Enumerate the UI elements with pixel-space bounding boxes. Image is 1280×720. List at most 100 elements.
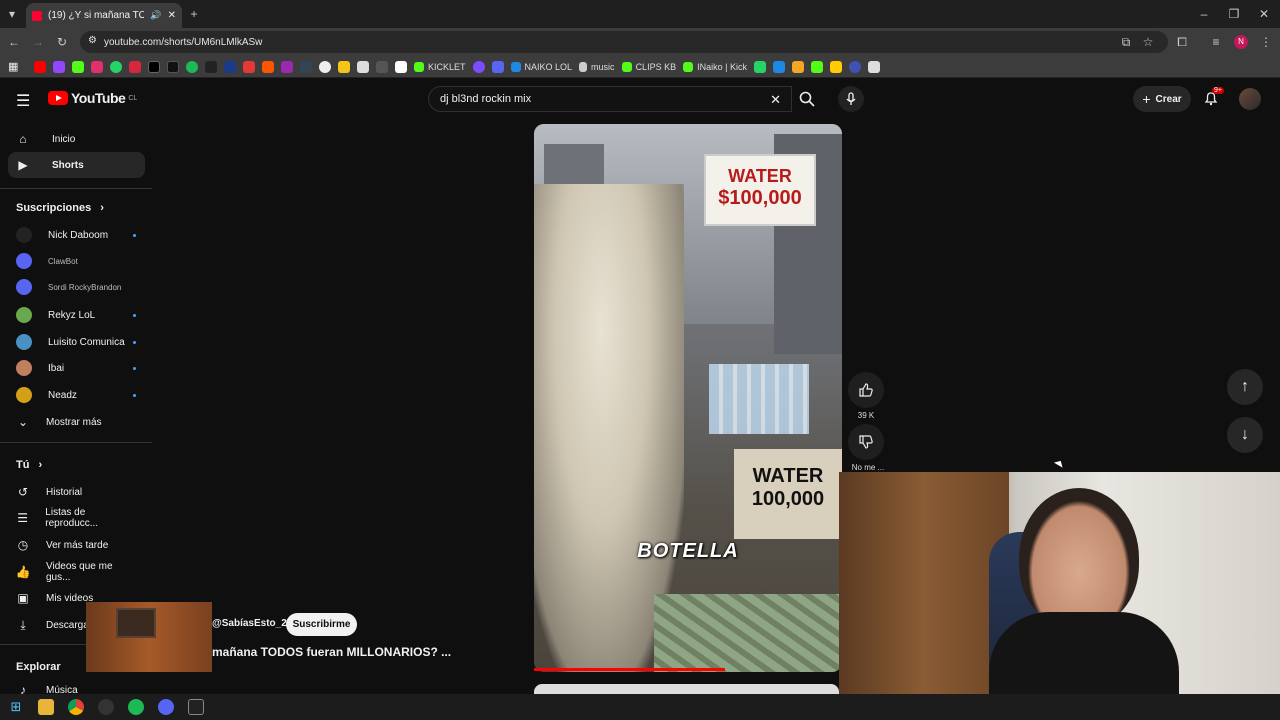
bookmark-clips-kb[interactable]: CLIPS KB (621, 61, 676, 72)
spotify-bookmark-icon[interactable] (186, 60, 198, 73)
subscription-item[interactable]: Nick Daboom (16, 225, 136, 245)
history-icon: ↺ (17, 485, 29, 499)
youtube-logo[interactable]: YouTube CL (48, 90, 137, 106)
sidebar-item-historial[interactable]: ↺ Historial (16, 482, 136, 502)
subscription-item[interactable]: Sordi RockyBrandon (16, 277, 136, 297)
bookmark-icon[interactable] (376, 60, 388, 73)
obs-icon[interactable] (188, 699, 204, 715)
twitch-bookmark-icon[interactable] (53, 60, 65, 73)
bookmark-icon[interactable] (472, 60, 485, 73)
profile-avatar[interactable]: N (1234, 35, 1248, 49)
bookmark-icon[interactable] (829, 60, 842, 73)
sidebar-item-shorts[interactable]: ▶ Shorts (8, 152, 145, 178)
extensions-icon[interactable]: ⧠ (1174, 34, 1190, 50)
spotify-icon[interactable] (128, 699, 144, 715)
restore-icon[interactable]: ❐ (1226, 6, 1242, 22)
close-tab-icon[interactable]: ✕ (168, 10, 176, 21)
next-short-button[interactable]: ↓ (1227, 417, 1263, 453)
apps-grid-icon[interactable]: ▦ (8, 60, 18, 73)
search-button[interactable] (792, 86, 822, 112)
bookmark-star-icon[interactable]: ☆ (1140, 34, 1156, 50)
subscription-item[interactable]: Rekyz LoL (16, 305, 136, 325)
bookmark-icon[interactable] (205, 60, 217, 73)
bookmark-icon[interactable] (848, 60, 861, 73)
create-button[interactable]: + Crear (1133, 86, 1191, 112)
bookmark-icon[interactable] (867, 60, 880, 73)
instagram-bookmark-icon[interactable] (91, 60, 103, 73)
discord-icon[interactable] (158, 699, 174, 715)
bookmark-icon[interactable] (810, 60, 823, 73)
media-control-icon[interactable]: ≡ (1208, 34, 1224, 50)
forward-icon[interactable]: → (30, 34, 46, 50)
whatsapp-bookmark-icon[interactable] (110, 60, 122, 73)
x-bookmark-icon[interactable] (148, 60, 160, 73)
back-icon[interactable]: ← (6, 34, 22, 50)
minimize-icon[interactable]: – (1196, 6, 1212, 22)
subscription-item[interactable]: Neadz (16, 385, 136, 405)
playlist-icon: ☰ (17, 511, 29, 525)
subscription-item[interactable]: Ibai (16, 358, 136, 378)
file-explorer-icon[interactable] (38, 699, 54, 715)
bookmark-icon[interactable] (319, 60, 331, 73)
chrome-icon[interactable] (68, 699, 84, 715)
bookmark-icon[interactable] (129, 60, 141, 73)
voice-search-button[interactable] (838, 86, 864, 112)
bookmark-icon[interactable] (243, 60, 255, 73)
sidebar-item-playlists[interactable]: ☰ Listas de reproducc... (16, 507, 136, 529)
browser-tab[interactable]: (19) ¿Y si mañana TODOS fu 🔊 ✕ (26, 3, 182, 28)
search-input[interactable]: dj bl3nd rockin mix ✕ (428, 86, 792, 112)
bookmark-kicklet[interactable]: KICKLET (414, 61, 466, 72)
new-tab-icon[interactable]: + (186, 6, 202, 22)
windows-start-icon[interactable]: ⊞ (8, 699, 24, 715)
sidebar-item-inicio[interactable]: ⌂ Inicio (8, 126, 145, 152)
bookmark-icon[interactable] (224, 60, 236, 73)
notifications-button[interactable]: 9+ (1203, 87, 1224, 109)
bookmark-icon[interactable] (300, 60, 312, 73)
reload-icon[interactable]: ↻ (54, 34, 70, 50)
clear-search-icon[interactable]: ✕ (770, 92, 781, 108)
close-window-icon[interactable]: ✕ (1256, 6, 1272, 22)
bookmark-icon[interactable] (772, 60, 785, 73)
sidebar-item-liked-videos[interactable]: 👍 Videos que me gus... (16, 561, 136, 583)
bookmark-icon[interactable] (281, 60, 293, 73)
short-title[interactable]: mañana TODOS fueran MILLONARIOS? ... (212, 645, 451, 659)
sidebar-item-label: Historial (46, 486, 83, 498)
bookmark-icon[interactable] (491, 60, 504, 73)
site-info-icon[interactable]: ⚙ (88, 35, 97, 46)
soundcloud-bookmark-icon[interactable] (262, 60, 274, 73)
bookmark-inaiko-kick[interactable]: INaiko | Kick (683, 61, 747, 72)
bookmark-icon[interactable] (791, 60, 804, 73)
kick-bookmark-icon[interactable] (72, 60, 84, 73)
install-app-icon[interactable]: ⧉ (1118, 34, 1134, 50)
bookmark-naiko-lol[interactable]: NAIKO LOL (510, 61, 572, 72)
like-button[interactable] (848, 372, 884, 408)
video-progress-bar[interactable] (534, 668, 725, 671)
subscription-item[interactable]: ClawBot (16, 251, 136, 271)
hamburger-menu-icon[interactable]: ☰ (16, 91, 30, 111)
dislike-button[interactable] (848, 424, 884, 460)
subscriptions-heading[interactable]: Suscripciones › (16, 202, 104, 214)
speaker-icon[interactable]: 🔊 (150, 10, 161, 21)
bookmark-icon[interactable] (338, 60, 350, 73)
subscription-item[interactable]: Luisito Comunica (16, 332, 136, 352)
youtube-bookmark-icon[interactable] (34, 60, 46, 73)
bookmark-music[interactable]: music (579, 61, 615, 72)
bookmark-icon[interactable] (357, 60, 369, 73)
clock-icon: ◷ (17, 538, 29, 552)
account-avatar[interactable] (1239, 88, 1261, 110)
tiktok-bookmark-icon[interactable] (167, 60, 179, 73)
menu-icon[interactable]: ⋮ (1258, 34, 1274, 50)
short-channel-name[interactable]: @SabíasEsto_27 (212, 618, 292, 629)
next-short-preview[interactable] (534, 684, 839, 694)
short-video-player[interactable]: WATER $100,000 WATER 100,000 (534, 124, 842, 672)
tab-list-icon[interactable]: ▾ (4, 6, 20, 22)
app-icon[interactable] (98, 699, 114, 715)
url-field[interactable]: ⚙ youtube.com/shorts/UM6nLMlkASw (80, 31, 1168, 53)
previous-short-button[interactable]: ↑ (1227, 369, 1263, 405)
bookmark-icon[interactable] (395, 60, 407, 73)
show-more-button[interactable]: ⌄ Mostrar más (16, 412, 136, 432)
bookmark-icon[interactable] (753, 60, 766, 73)
subscribe-button[interactable]: Suscribirme (286, 613, 357, 636)
you-heading[interactable]: Tú › (16, 459, 42, 471)
sidebar-item-watch-later[interactable]: ◷ Ver más tarde (16, 535, 136, 555)
